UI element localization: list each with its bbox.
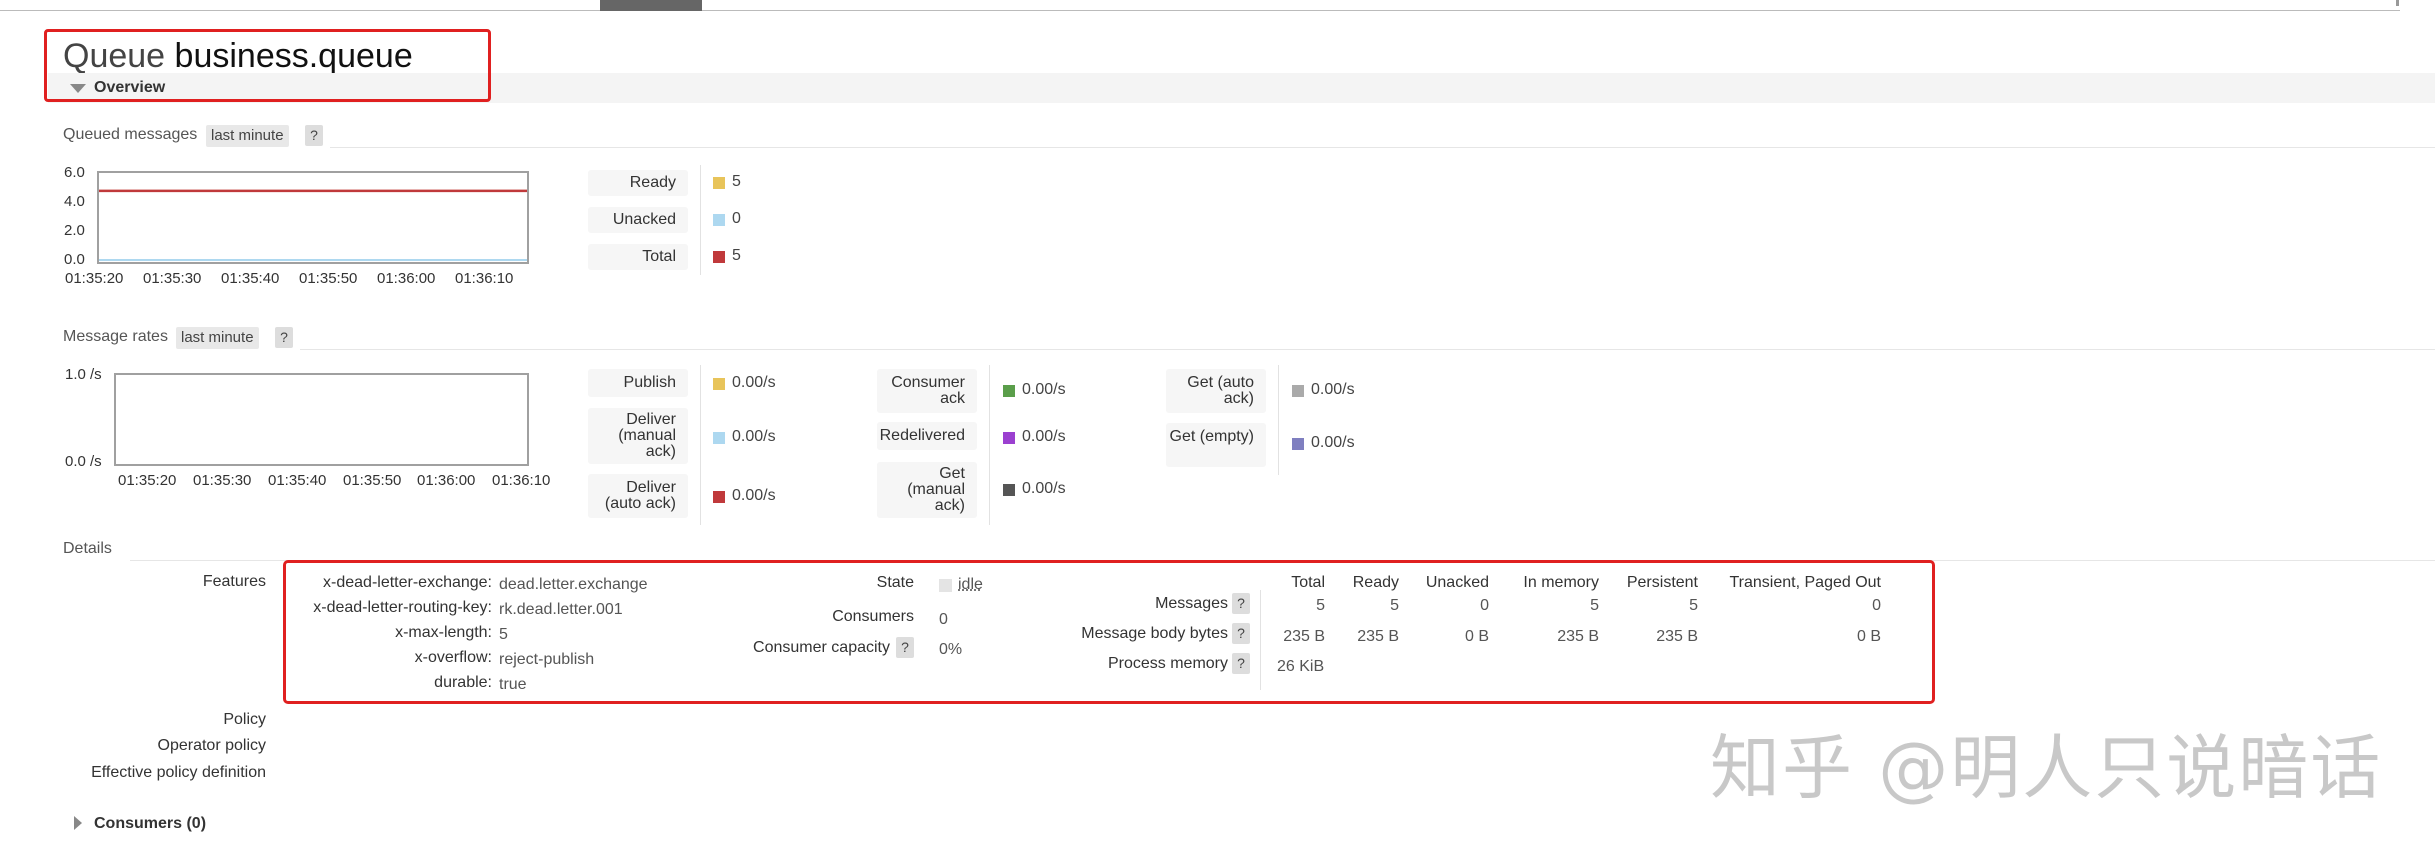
rate-deliver-auto-label: Deliver (auto ack) — [588, 474, 688, 518]
features-label: Features — [202, 573, 266, 590]
q-xtick-0: 01:35:20 — [65, 270, 124, 287]
consumers-section-label[interactable]: Consumers (0) — [94, 815, 206, 833]
r-xtick-3: 01:35:50 — [343, 472, 402, 489]
nav-edge — [2396, 0, 2399, 6]
rate-publish-value: 0.00/s — [732, 374, 776, 391]
legend-total-value: 5 — [732, 247, 741, 264]
q-xtick-4: 01:36:00 — [377, 270, 436, 287]
q-xtick-1: 01:35:30 — [143, 270, 202, 287]
rate-deliver-auto-value: 0.00/s — [732, 487, 776, 504]
policy-label: Policy — [223, 711, 266, 728]
q-ytick-0: 0.0 — [64, 251, 85, 268]
rate-redelivered-swatch — [1003, 432, 1015, 444]
r-xtick-5: 01:36:10 — [492, 472, 551, 489]
r-xtick-4: 01:36:00 — [417, 472, 476, 489]
rates-col2-separator — [989, 365, 990, 525]
q-ytick-4: 4.0 — [64, 193, 85, 210]
legend-total-label: Total — [588, 244, 688, 270]
rate-get-auto-value: 0.00/s — [1311, 381, 1355, 398]
rate-get-manual-label: Get (manual ack) — [877, 462, 977, 518]
r-xtick-2: 01:35:40 — [268, 472, 327, 489]
legend-total-swatch — [713, 251, 725, 263]
r-ytick-0: 0.0 /s — [65, 453, 102, 470]
legend-unacked-swatch — [713, 214, 725, 226]
queued-messages-plot — [97, 171, 529, 264]
active-nav-tab[interactable] — [600, 0, 702, 11]
rate-get-manual-value: 0.00/s — [1022, 480, 1066, 497]
queued-messages-divider — [330, 147, 2435, 148]
rate-get-auto-label: Get (auto ack) — [1166, 369, 1266, 413]
operator-policy-label: Operator policy — [157, 737, 267, 754]
r-xtick-0: 01:35:20 — [118, 472, 177, 489]
rates-col1-separator — [700, 365, 701, 525]
q-xtick-2: 01:35:40 — [221, 270, 280, 287]
rates-col3-separator — [1278, 365, 1279, 475]
rate-redelivered-label: Redelivered — [877, 422, 977, 450]
expand-caret-icon[interactable] — [74, 816, 82, 830]
rate-consumer-ack-swatch — [1003, 385, 1015, 397]
rate-consumer-ack-label: Consumer ack — [877, 369, 977, 413]
r-ytick-1: 1.0 /s — [65, 366, 102, 383]
top-nav-divider — [0, 10, 2400, 11]
rate-consumer-ack-value: 0.00/s — [1022, 381, 1066, 398]
q-xtick-3: 01:35:50 — [299, 270, 358, 287]
message-rates-label: Message rates — [63, 328, 168, 345]
message-rates-chart: 1.0 /s 0.0 /s 01:35:20 01:35:30 01:35:40… — [60, 362, 600, 494]
rate-get-empty-label: Get (empty) — [1166, 423, 1266, 467]
title-highlight-frame — [44, 29, 491, 102]
queued-messages-range[interactable]: last minute — [206, 125, 289, 147]
message-rates-divider — [300, 349, 2435, 350]
q-xtick-5: 01:36:10 — [455, 270, 514, 287]
rate-get-manual-swatch — [1003, 484, 1015, 496]
queued-messages-svg — [99, 189, 527, 261]
watermark-text: 知乎 @明人只说暗话 — [1710, 727, 2383, 809]
q-ytick-6: 6.0 — [64, 164, 85, 181]
rate-publish-label: Publish — [588, 369, 688, 397]
rate-deliver-auto-swatch — [713, 491, 725, 503]
message-rates-help[interactable]: ? — [275, 327, 293, 348]
rate-deliver-manual-value: 0.00/s — [732, 428, 776, 445]
queued-messages-label: Queued messages — [63, 126, 198, 143]
message-rates-svg — [116, 375, 527, 464]
rate-redelivered-value: 0.00/s — [1022, 428, 1066, 445]
legend-unacked-value: 0 — [732, 210, 741, 227]
legend-separator — [700, 165, 701, 275]
effective-policy-label: Effective policy definition — [91, 764, 266, 781]
queued-messages-help[interactable]: ? — [305, 125, 323, 146]
legend-unacked-label: Unacked — [588, 207, 688, 233]
rate-get-empty-value: 0.00/s — [1311, 434, 1355, 451]
q-ytick-2: 2.0 — [64, 222, 85, 239]
rate-get-empty-swatch — [1292, 438, 1304, 450]
details-label: Details — [63, 540, 112, 557]
rate-get-auto-swatch — [1292, 385, 1304, 397]
queued-messages-chart: 6.0 4.0 2.0 0.0 01:35:20 01:35:30 01:35:… — [60, 160, 600, 290]
legend-ready-swatch — [713, 177, 725, 189]
r-xtick-1: 01:35:30 — [193, 472, 252, 489]
rate-deliver-manual-swatch — [713, 432, 725, 444]
message-rates-range[interactable]: last minute — [176, 327, 259, 349]
message-rates-plot — [114, 373, 529, 466]
details-highlight-frame — [283, 560, 1935, 704]
rate-publish-swatch — [713, 378, 725, 390]
legend-ready-label: Ready — [588, 170, 688, 196]
rate-deliver-manual-label: Deliver (manual ack) — [588, 408, 688, 464]
legend-ready-value: 5 — [732, 173, 741, 190]
